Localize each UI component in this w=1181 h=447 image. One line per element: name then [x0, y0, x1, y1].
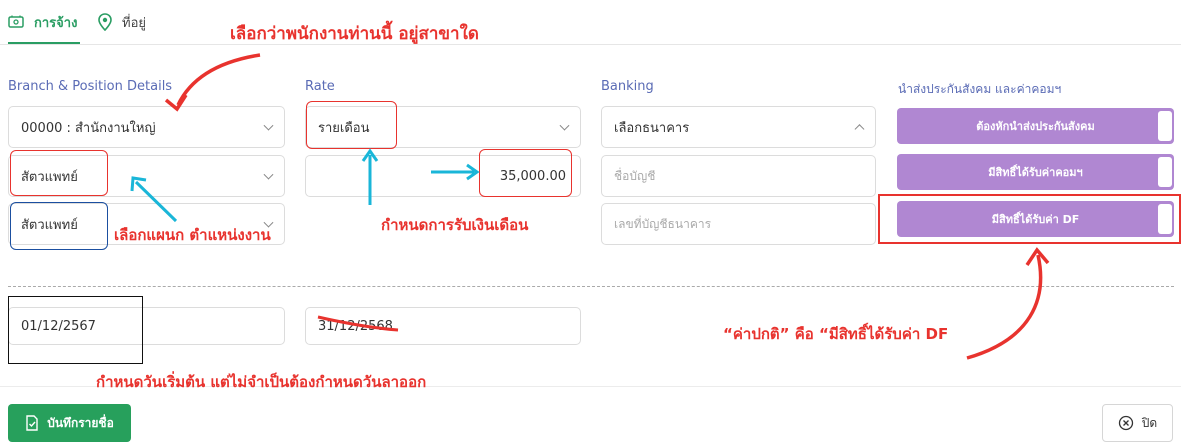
branch-arrowhead — [164, 94, 188, 112]
end-date-strike — [317, 315, 399, 332]
branch-arrow — [176, 53, 261, 106]
annotation-arrows — [130, 53, 1050, 360]
department-arrow — [134, 180, 178, 223]
df-arrow — [966, 254, 1043, 360]
